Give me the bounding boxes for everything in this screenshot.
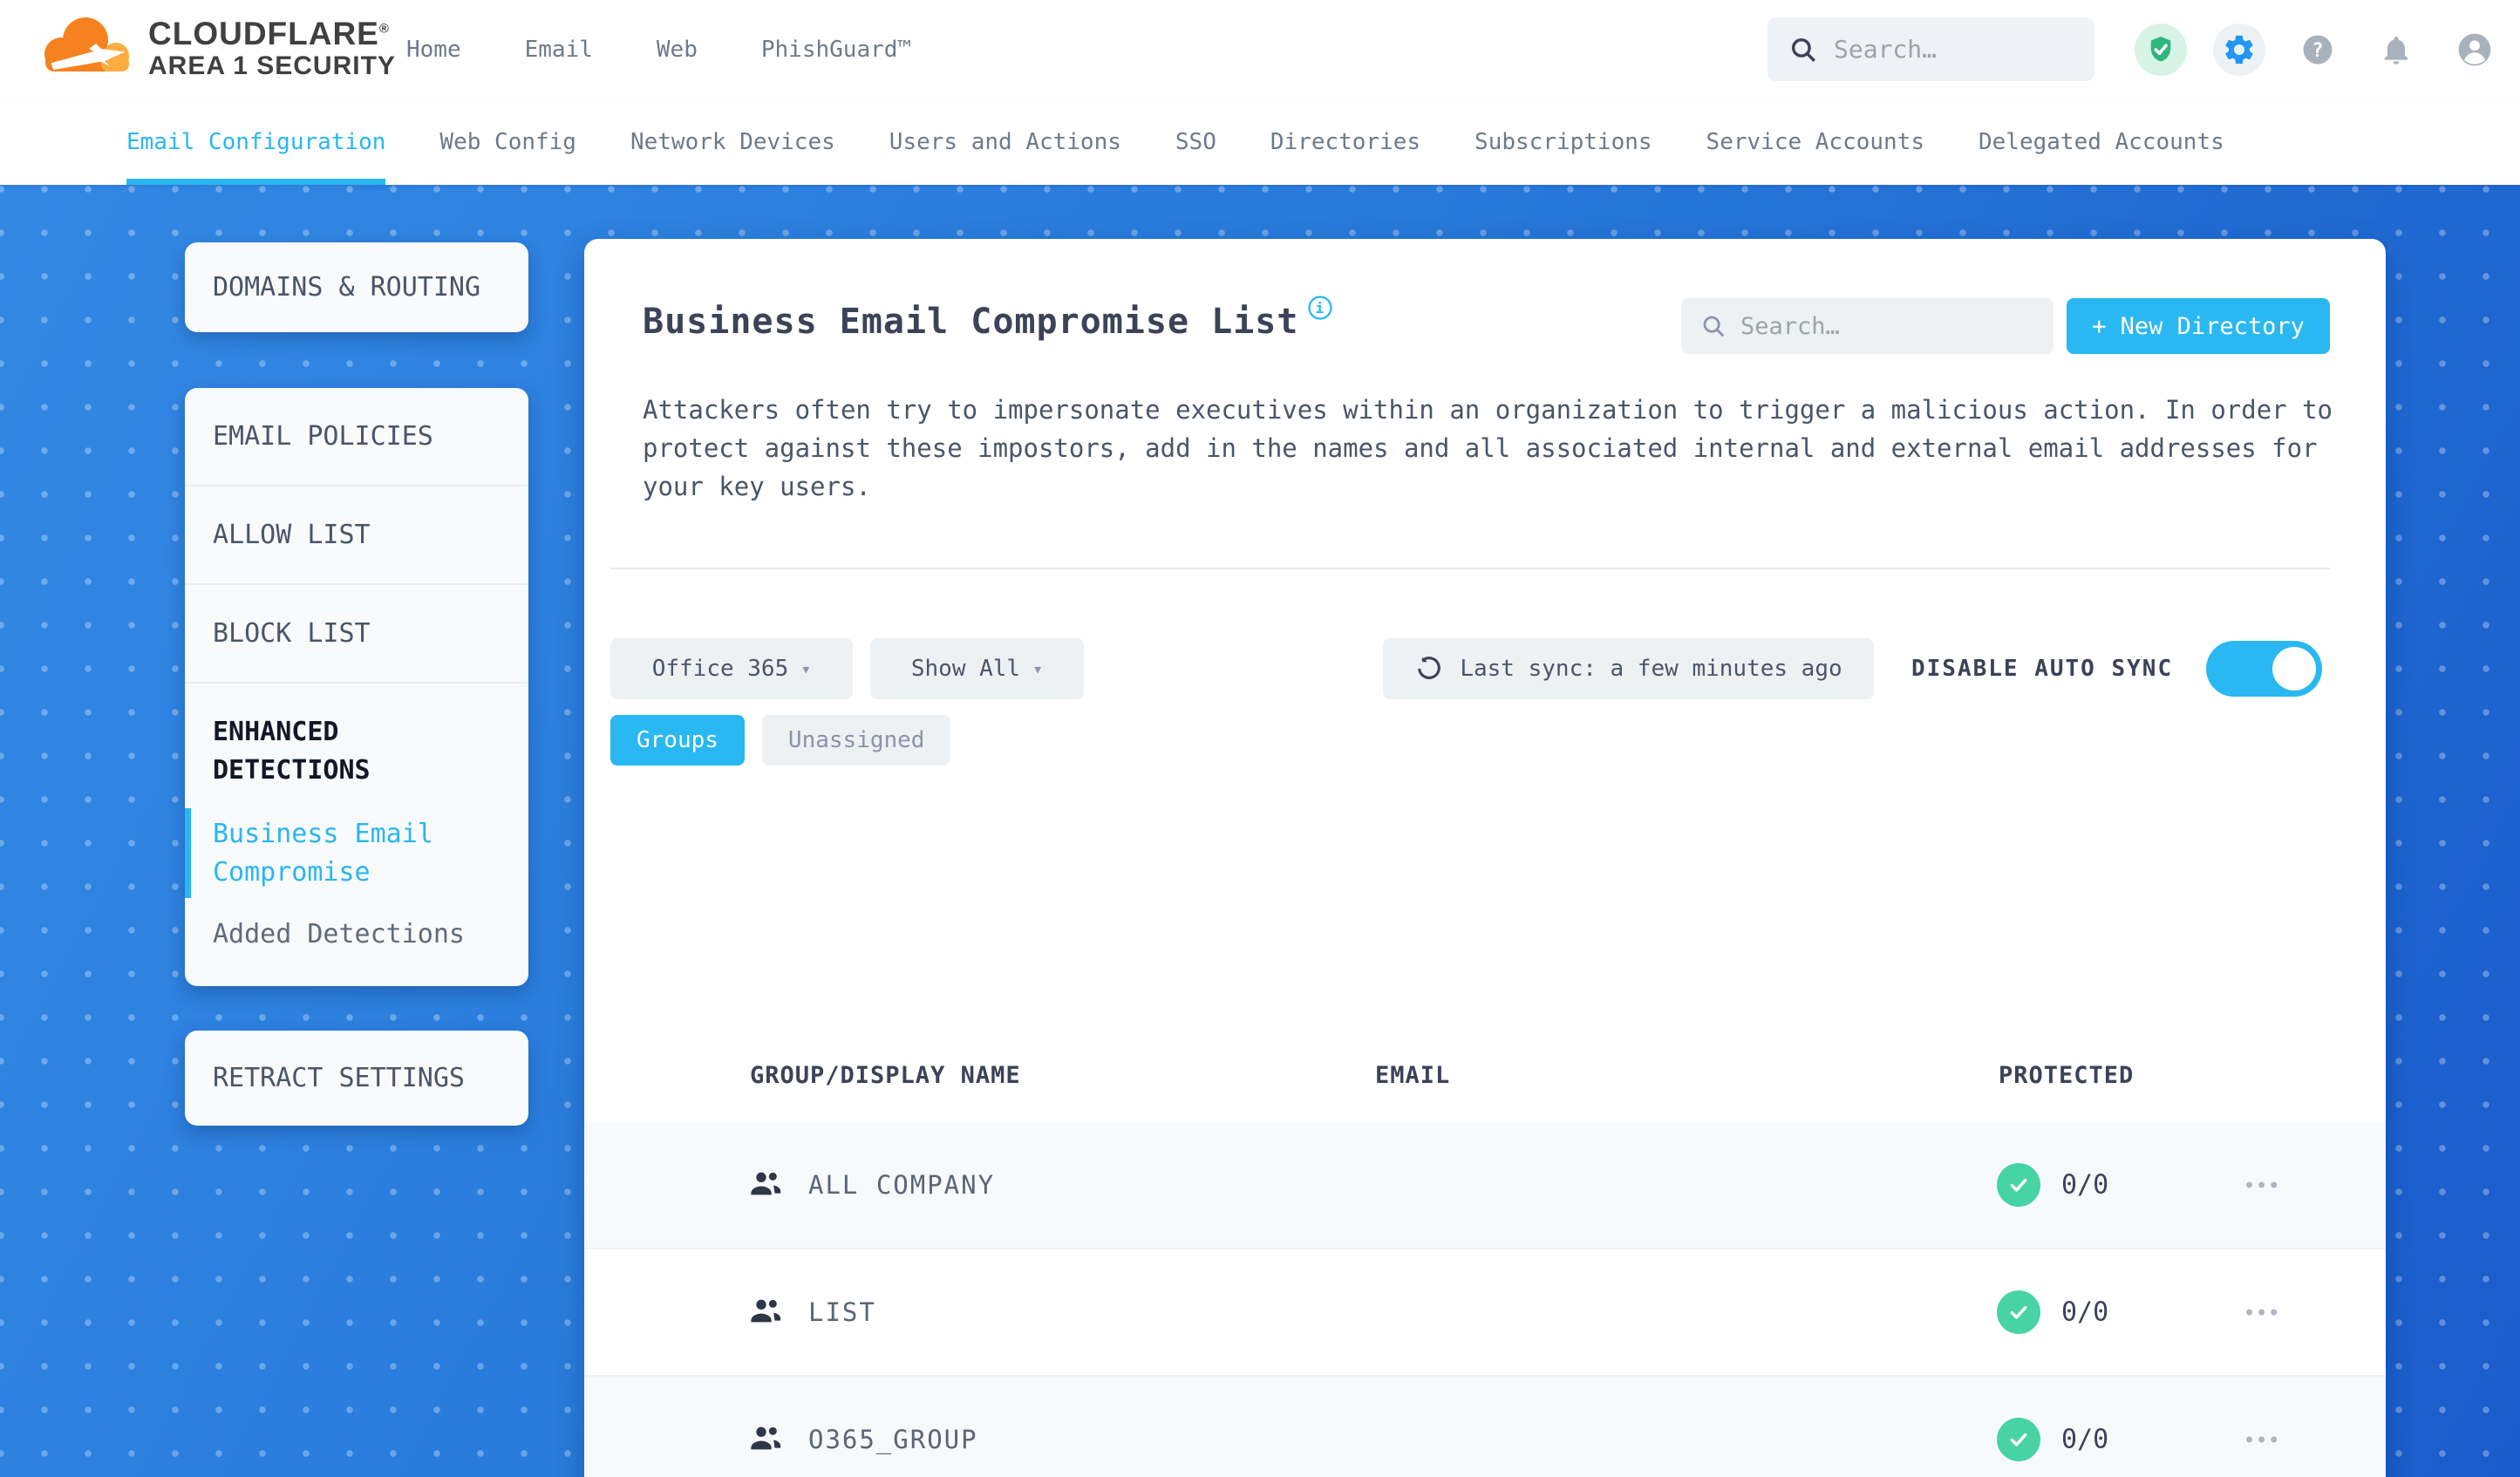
- primary-nav: Home Email Web PhishGuard™: [406, 0, 911, 99]
- row-menu-button[interactable]: •••: [2245, 1299, 2282, 1326]
- brand-name: CLOUDFLARE®: [148, 15, 390, 51]
- refresh-icon: [1418, 657, 1441, 679]
- chevron-down-icon: ▾: [1032, 658, 1044, 679]
- tab-groups[interactable]: Groups: [610, 715, 745, 766]
- show-filter-dropdown[interactable]: Show All ▾: [870, 638, 1084, 699]
- sidebar-item-block-list[interactable]: BLOCK LIST: [185, 585, 528, 684]
- sidebar-item-retract-settings[interactable]: RETRACT SETTINGS: [185, 1031, 528, 1126]
- column-group-display-name: GROUP/DISPLAY NAME: [750, 1062, 1021, 1089]
- sidebar-item-domains-routing[interactable]: DOMAINS & ROUTING: [185, 242, 528, 332]
- chevron-down-icon: ▾: [800, 658, 812, 679]
- cloudflare-logo[interactable]: CLOUDFLARE® AREA 1 SECURITY: [35, 5, 396, 92]
- sidebar-item-added-detections[interactable]: Added Detections: [213, 919, 501, 950]
- tab-service-accounts[interactable]: Service Accounts: [1706, 99, 1924, 185]
- tab-sso[interactable]: SSO: [1175, 99, 1216, 185]
- sidebar-item-enhanced-detections[interactable]: ENHANCED DETECTIONS: [213, 713, 501, 789]
- table-row[interactable]: LIST 0/0 •••: [584, 1249, 2386, 1377]
- top-bar: CLOUDFLARE® AREA 1 SECURITY Home Email W…: [0, 0, 2520, 99]
- directory-filter-dropdown[interactable]: Office 365 ▾: [610, 638, 853, 699]
- row-menu-button[interactable]: •••: [2245, 1172, 2282, 1199]
- sidebar-item-allow-list[interactable]: ALLOW LIST: [185, 487, 528, 585]
- divider: [610, 568, 2330, 569]
- table-header: GROUP/DISPLAY NAME EMAIL PROTECTED: [584, 1050, 2386, 1104]
- app-window: CLOUDFLARE® AREA 1 SECURITY Home Email W…: [0, 0, 2520, 1477]
- user-icon: [2458, 33, 2491, 65]
- tab-unassigned[interactable]: Unassigned: [761, 715, 951, 766]
- svg-text:?: ?: [2312, 40, 2323, 62]
- last-sync-button[interactable]: Last sync: a few minutes ago: [1383, 638, 1874, 699]
- nav-item-email[interactable]: Email: [525, 37, 593, 63]
- registered-mark: ®: [378, 21, 390, 37]
- new-directory-button[interactable]: + New Directory: [2067, 298, 2330, 354]
- svg-text:i: i: [1316, 300, 1325, 316]
- check-icon: [2010, 1179, 2027, 1192]
- cloudflare-cloud-icon: [44, 17, 129, 71]
- shield-check-icon: [2150, 36, 2171, 61]
- column-email: EMAIL: [1375, 1062, 1451, 1089]
- group-icon: [748, 1169, 783, 1201]
- content-background: DOMAINS & ROUTING EMAIL POLICIES ALLOW L…: [0, 185, 2520, 1477]
- auto-sync-label: DISABLE AUTO SYNC: [1911, 656, 2174, 682]
- global-search-input[interactable]: [1834, 35, 2060, 64]
- group-icon: [748, 1297, 783, 1328]
- search-icon: [1703, 316, 1725, 337]
- tab-delegated-accounts[interactable]: Delegated Accounts: [1979, 99, 2224, 185]
- protected-badge: [1997, 1290, 2040, 1334]
- page-title: Business Email Compromise List i: [643, 296, 1333, 342]
- row-menu-button[interactable]: •••: [2245, 1426, 2282, 1453]
- tab-email-configuration[interactable]: Email Configuration: [126, 99, 386, 185]
- check-icon: [2010, 1306, 2027, 1319]
- nav-item-home[interactable]: Home: [406, 37, 461, 63]
- page-description: Attackers often try to impersonate execu…: [643, 395, 2333, 501]
- nav-item-web[interactable]: Web: [657, 37, 698, 63]
- tab-network-devices[interactable]: Network Devices: [630, 99, 835, 185]
- column-protected: PROTECTED: [1999, 1062, 2135, 1089]
- section-tabs: Email Configuration Web Config Network D…: [0, 99, 2520, 185]
- list-search-input[interactable]: [1740, 312, 2002, 340]
- table-row[interactable]: O365_GROUP 0/0 •••: [584, 1377, 2386, 1477]
- list-search[interactable]: [1681, 298, 2053, 354]
- brand-subtitle: AREA 1 SECURITY: [148, 51, 396, 81]
- notifications-button[interactable]: [2370, 24, 2422, 76]
- help-button[interactable]: ?: [2292, 24, 2344, 76]
- protected-badge: [1997, 1163, 2040, 1207]
- group-icon: [748, 1424, 783, 1455]
- info-icon[interactable]: i: [1307, 289, 1333, 330]
- main-panel: Business Email Compromise Listi + New Di…: [584, 239, 2386, 1477]
- sidebar-item-email-policies[interactable]: EMAIL POLICIES: [185, 388, 528, 487]
- tab-web-config[interactable]: Web Config: [439, 99, 576, 185]
- tab-users-and-actions[interactable]: Users and Actions: [889, 99, 1121, 185]
- global-search[interactable]: [1767, 17, 2094, 81]
- bell-icon: [2384, 36, 2408, 65]
- security-status-button[interactable]: [2135, 23, 2187, 76]
- account-button[interactable]: [2448, 24, 2501, 76]
- tab-directories[interactable]: Directories: [1270, 99, 1420, 185]
- search-icon: [1791, 37, 1815, 62]
- nav-item-phishguard[interactable]: PhishGuard™: [761, 37, 911, 63]
- table-row[interactable]: ALL COMPANY 0/0 •••: [584, 1122, 2386, 1249]
- check-icon: [2010, 1433, 2027, 1446]
- sidebar-item-business-email-compromise[interactable]: Business Email Compromise: [185, 808, 501, 898]
- auto-sync-toggle[interactable]: [2206, 641, 2322, 697]
- tab-subscriptions[interactable]: Subscriptions: [1475, 99, 1652, 185]
- settings-button[interactable]: [2213, 23, 2265, 76]
- question-icon: ?: [2303, 35, 2333, 64]
- protected-badge: [1997, 1418, 2040, 1461]
- gear-icon: [2225, 35, 2253, 64]
